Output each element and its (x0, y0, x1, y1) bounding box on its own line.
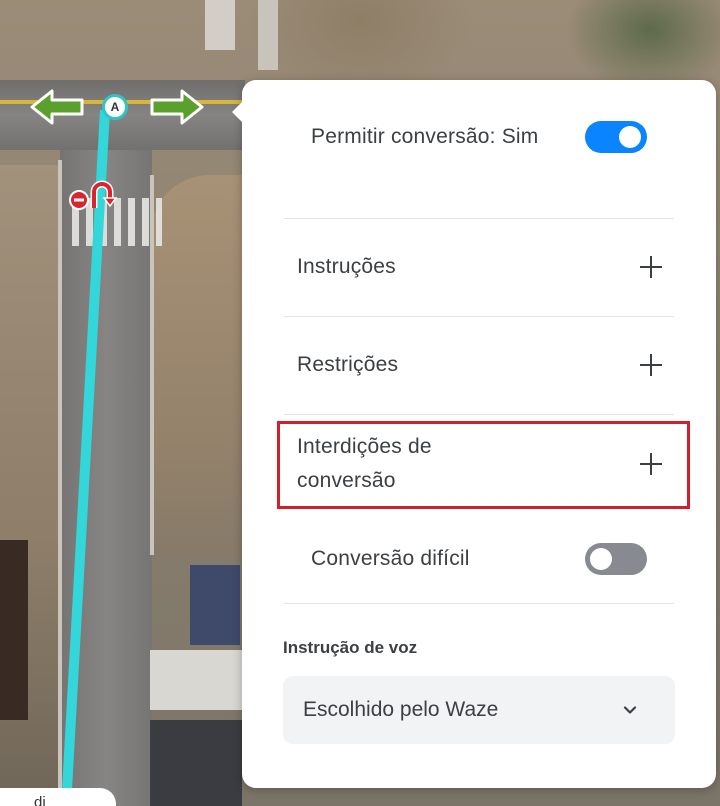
turn-closures-label: Interdições de conversão (297, 435, 432, 492)
allow-turn-label: Permitir conversão: Sim (311, 125, 539, 148)
u-turn-restricted-icon[interactable] (68, 178, 118, 212)
allow-turn-toggle[interactable] (585, 121, 647, 153)
map-building (0, 540, 28, 720)
map-curb-left (58, 160, 62, 800)
node-a-marker[interactable]: A (102, 94, 128, 120)
difficult-turn-label: Conversão difícil (311, 547, 470, 570)
bottom-map-chip-text: di (34, 794, 46, 806)
map-lot-right (150, 175, 242, 555)
arrow-right-icon[interactable] (148, 87, 206, 127)
difficult-turn-toggle[interactable] (585, 543, 647, 575)
restrictions-row[interactable]: Restrições (284, 348, 674, 382)
voice-instruction-select[interactable]: Escolhido pelo Waze (283, 676, 675, 744)
map-building (205, 0, 235, 50)
map-building (258, 0, 278, 70)
allow-turn-row: Permitir conversão: Sim (284, 120, 674, 154)
divider (284, 218, 674, 219)
chevron-down-icon (623, 706, 637, 714)
turn-closures-row[interactable]: Interdições de conversão (284, 430, 674, 498)
difficult-turn-row: Conversão difícil (284, 542, 674, 576)
turn-settings-panel: Permitir conversão: Sim Instruções Restr… (232, 80, 716, 788)
plus-icon[interactable] (638, 352, 664, 378)
toggle-knob (590, 548, 612, 570)
voice-instruction-title: Instrução de voz (283, 638, 418, 657)
toggle-knob (619, 126, 641, 148)
plus-icon[interactable] (638, 451, 664, 477)
bottom-map-chip[interactable]: di (0, 788, 116, 806)
instructions-label: Instruções (297, 255, 396, 278)
divider (284, 414, 674, 415)
node-label: A (110, 100, 120, 114)
arrow-left-icon[interactable] (28, 87, 86, 127)
divider (284, 316, 674, 317)
instructions-row[interactable]: Instruções (284, 250, 674, 284)
plus-icon[interactable] (638, 254, 664, 280)
map-building (150, 650, 242, 710)
map-building (150, 720, 242, 806)
restrictions-label: Restrições (297, 353, 399, 376)
voice-instruction-value: Escolhido pelo Waze (303, 698, 499, 721)
divider (284, 603, 674, 604)
map-building (190, 565, 240, 645)
